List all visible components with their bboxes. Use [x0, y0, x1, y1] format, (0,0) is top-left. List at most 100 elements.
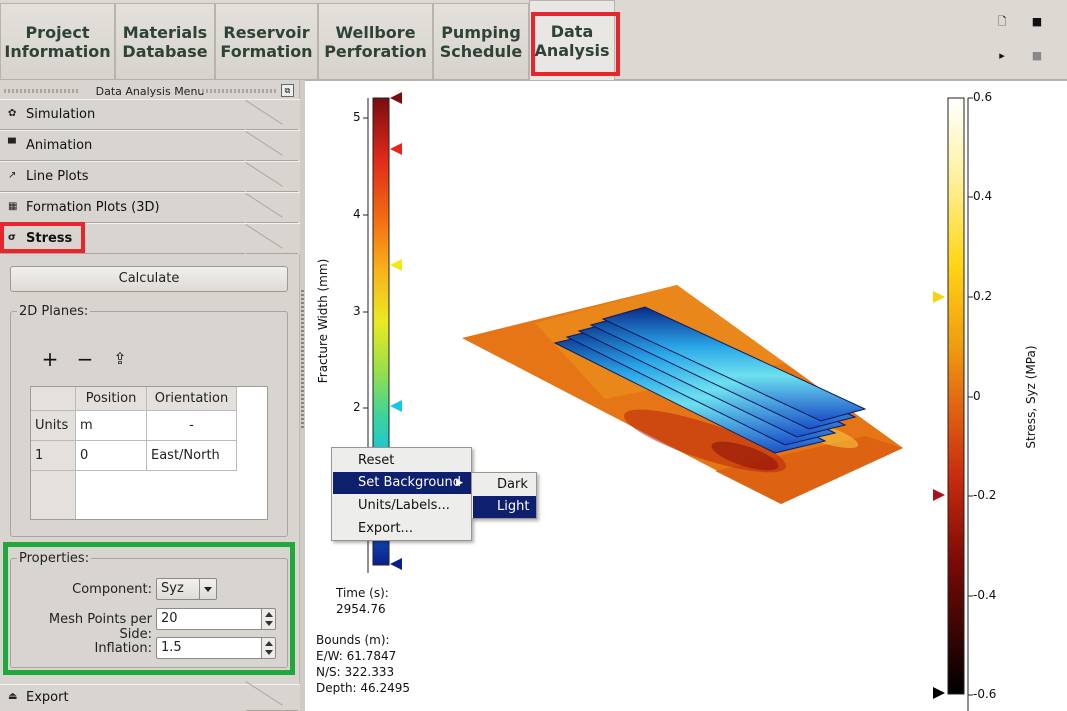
grid-icon: ▦ — [8, 201, 18, 212]
table-cell[interactable]: - — [147, 411, 237, 441]
bounds-ew: E/W: 61.7847 — [316, 649, 397, 663]
time-label: Time (s): — [336, 586, 389, 600]
section-simulation-label: Simulation — [26, 107, 96, 122]
gear-icon: ✿ — [8, 108, 17, 119]
component-value: Syz — [161, 581, 184, 596]
component-label: Component: — [72, 582, 152, 597]
drag-handle-left[interactable] — [4, 89, 80, 93]
3d-viewport[interactable]: Fracture Width (mm) 5 4 3 2 1 0.6 0.4 0.… — [305, 80, 1067, 711]
table-header: Position — [76, 387, 147, 411]
table-corner — [31, 387, 76, 411]
table-row-header: Units — [31, 411, 76, 441]
data-analysis-menu-panel: Data Analysis Menu ⧉ ✿ Simulation ▀ Anim… — [0, 80, 300, 711]
bounds-ns: N/S: 322.333 — [316, 665, 395, 679]
planes-group-title: 2D Planes: — [17, 304, 91, 319]
chevron-right-icon: ▶ — [456, 478, 463, 488]
menu-item-set-background-label: Set Background — [358, 475, 462, 490]
width-marker[interactable] — [390, 259, 402, 271]
background-submenu: Dark Light — [471, 472, 537, 519]
stress-tick: -0.4 — [973, 588, 997, 602]
app-window: Project Information Materials Database R… — [0, 0, 1067, 711]
new-file-icon[interactable]: 🗋 — [995, 15, 1009, 29]
inflation-input[interactable]: 1.5 — [156, 637, 262, 659]
width-axis-label: Fracture Width (mm) — [316, 258, 330, 384]
table-header: Orientation — [147, 387, 237, 411]
stress-marker[interactable] — [933, 291, 945, 303]
save-icon[interactable]: ■ — [1030, 15, 1044, 29]
scrollbar-handle[interactable] — [301, 290, 304, 430]
planes-table: Position Orientation Units m - 1 0 East/… — [30, 386, 268, 520]
viewport-canvas — [363, 92, 973, 711]
stress-tick: 0 — [973, 389, 981, 403]
stress-tick: -0.6 — [973, 687, 997, 701]
menu-item-export[interactable]: Export... — [333, 518, 471, 540]
chevron-down-icon — [199, 579, 216, 599]
section-animation[interactable]: ▀ Animation — [0, 130, 300, 161]
main-tab-bar: Project Information Materials Database R… — [0, 0, 1067, 80]
stress-marker[interactable] — [933, 489, 945, 501]
menu-title-text: Data Analysis Menu — [95, 84, 205, 98]
highlight-box-stress — [0, 222, 85, 253]
add-icon[interactable]: + — [40, 349, 60, 369]
section-export-label: Export — [26, 690, 69, 705]
inflation-label: Inflation: — [94, 641, 152, 656]
remove-icon[interactable]: − — [75, 349, 95, 369]
width-marker[interactable] — [390, 400, 402, 412]
section-line-plots[interactable]: ↗ Line Plots — [0, 161, 300, 192]
highlight-box-data-analysis — [531, 12, 620, 76]
table-cell[interactable]: East/North — [147, 441, 237, 471]
camera-icon: ▀ — [8, 139, 16, 150]
bounds-depth: Depth: 46.2495 — [316, 681, 411, 695]
table-cell[interactable]: m — [76, 411, 147, 441]
context-menu: Reset Set Background ▶ Units/Labels... E… — [331, 447, 472, 541]
section-line-plots-label: Line Plots — [26, 169, 89, 184]
section-formation-plots-label: Formation Plots (3D) — [26, 200, 160, 215]
mesh-points-stepper[interactable] — [261, 608, 276, 630]
inflation-stepper[interactable] — [261, 637, 276, 659]
stress-colorbar — [947, 97, 965, 695]
section-simulation[interactable]: ✿ Simulation — [0, 99, 300, 130]
component-select[interactable]: Syz — [156, 578, 217, 600]
time-value: 2954.76 — [336, 602, 386, 616]
menu-item-set-background[interactable]: Set Background ▶ — [333, 472, 471, 494]
section-formation-plots[interactable]: ▦ Formation Plots (3D) — [0, 192, 300, 223]
stress-tick: 0.4 — [973, 189, 993, 203]
stress-axis-label: Stress, Syz (MPa) — [1024, 345, 1038, 449]
width-tick: 4 — [353, 207, 361, 221]
width-tick: 3 — [353, 304, 361, 318]
submenu-item-dark[interactable]: Dark — [473, 474, 536, 496]
section-export[interactable]: ⏏ Export — [0, 684, 300, 711]
width-tick: 2 — [353, 400, 361, 414]
width-marker-max[interactable] — [390, 92, 402, 104]
menu-item-reset[interactable]: Reset — [333, 450, 471, 472]
calculate-button[interactable]: Calculate — [10, 266, 288, 292]
tab-reservoir-formation[interactable]: Reservoir Formation — [215, 3, 318, 79]
stress-marker-min[interactable] — [933, 687, 945, 699]
bounds-label: Bounds (m): — [316, 633, 390, 647]
menu-item-units-labels[interactable]: Units/Labels... — [333, 495, 471, 517]
table-row-header-empty — [31, 471, 76, 519]
stress-tick: 0.2 — [973, 289, 993, 303]
export-icon: ⏏ — [8, 691, 18, 702]
stress-tick: -0.2 — [973, 488, 997, 502]
width-marker-min[interactable] — [390, 558, 402, 570]
line-chart-icon: ↗ — [8, 170, 17, 181]
mesh-points-input[interactable]: 20 — [156, 608, 262, 630]
undock-icon[interactable]: ⧉ — [281, 84, 294, 97]
drag-handle-right[interactable] — [202, 89, 278, 93]
tab-project-information[interactable]: Project Information — [0, 3, 115, 79]
table-row-header: 1 — [31, 441, 76, 471]
width-marker[interactable] — [390, 143, 402, 155]
stress-tick: 0.6 — [973, 90, 993, 104]
table-cell[interactable]: 0 — [76, 441, 147, 471]
mesh-points-label: Mesh Points per Side: — [48, 612, 152, 642]
tab-wellbore-perforation[interactable]: Wellbore Perforation — [318, 3, 433, 79]
tab-pumping-schedule[interactable]: Pumping Schedule — [433, 3, 529, 79]
upload-icon[interactable]: ⇪ — [110, 349, 130, 369]
width-tick: 5 — [353, 110, 361, 124]
stop-icon[interactable]: ■ — [1030, 49, 1044, 63]
play-icon[interactable]: ▸ — [995, 49, 1009, 63]
tab-materials-database[interactable]: Materials Database — [115, 3, 215, 79]
submenu-item-light[interactable]: Light — [473, 496, 536, 518]
section-animation-label: Animation — [26, 138, 93, 153]
